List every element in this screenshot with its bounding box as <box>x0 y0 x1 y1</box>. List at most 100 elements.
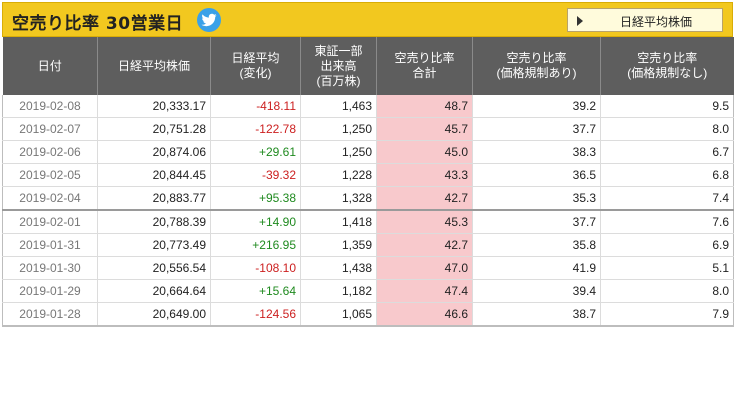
cell-short-ratio-total: 45.0 <box>376 140 473 164</box>
cell-date: 2019-01-28 <box>2 302 98 327</box>
cell-short-ratio-unrestricted: 7.4 <box>600 186 734 211</box>
cell-nikkei-price: 20,874.06 <box>97 140 211 164</box>
column-header-line: 合計 <box>412 66 437 80</box>
cell-volume: 1,250 <box>300 117 377 141</box>
cell-nikkei-change: -418.11 <box>210 95 301 118</box>
short-ratio-panel: 空売り比率 30営業日 日経平均株価 日付 日経平均株価 日経平均 (変化) 東証一部出… <box>2 2 734 327</box>
cell-nikkei-price: 20,664.64 <box>97 279 211 303</box>
cell-short-ratio-restricted: 41.9 <box>472 256 601 280</box>
column-header-nikkei-price: 日経平均株価 <box>97 37 211 95</box>
cell-volume: 1,228 <box>300 163 377 187</box>
column-header-short-ratio-total: 空売り比率 合計 <box>376 37 473 95</box>
column-header-line: 日経平均株価 <box>117 58 190 73</box>
cell-date: 2019-02-07 <box>2 117 98 141</box>
column-header-line: (価格規制あり) <box>496 66 577 80</box>
header-bar: 空売り比率 30営業日 日経平均株価 <box>2 2 733 37</box>
cell-volume: 1,359 <box>300 233 377 257</box>
cell-date: 2019-02-06 <box>2 140 98 164</box>
cell-short-ratio-unrestricted: 8.0 <box>600 279 734 303</box>
column-header-line: 東証一部 <box>314 43 363 58</box>
cell-volume: 1,250 <box>300 140 377 164</box>
cell-short-ratio-restricted: 39.4 <box>472 279 601 303</box>
table-row: 2019-01-29 20,664.64 +15.64 1,182 47.4 39.4 8.… <box>2 279 734 303</box>
cell-short-ratio-unrestricted: 7.6 <box>600 209 734 234</box>
cell-volume: 1,182 <box>300 279 377 303</box>
cell-date: 2019-01-30 <box>2 256 98 280</box>
table-row: 2019-02-08 20,333.17 -418.11 1,463 48.7 39.2 9… <box>2 95 734 118</box>
cell-nikkei-change: +95.38 <box>210 186 301 211</box>
cell-nikkei-price: 20,556.54 <box>97 256 211 280</box>
cell-short-ratio-restricted: 35.3 <box>472 186 601 211</box>
page-title: 空売り比率 30営業日 <box>12 14 184 34</box>
cell-volume: 1,463 <box>300 95 377 118</box>
cell-short-ratio-total: 45.7 <box>376 117 473 141</box>
cell-short-ratio-total: 46.6 <box>376 302 473 327</box>
short-ratio-table: 日付 日経平均株価 日経平均 (変化) 東証一部 出来高 (百万株) 空売り比率 合計 空売り比率… <box>2 37 734 327</box>
table-row: 2019-02-06 20,874.06 +29.61 1,250 45.0 38.3 6.… <box>2 140 734 164</box>
table-header-row: 日付 日経平均株価 日経平均 (変化) 東証一部 出来高 (百万株) 空売り比率 合計 空売り比率… <box>2 37 734 95</box>
nikkei-average-button[interactable]: 日経平均株価 <box>567 8 723 32</box>
table-row: 2019-01-28 20,649.00 -124.56 1,065 46.6 38.7 7… <box>2 302 734 327</box>
twitter-icon[interactable] <box>197 8 221 32</box>
cell-short-ratio-restricted: 35.8 <box>472 233 601 257</box>
cell-short-ratio-total: 42.7 <box>376 233 473 257</box>
column-header-short-ratio-restricted: 空売り比率 (価格規制あり) <box>472 37 601 95</box>
column-header-date: 日付 <box>2 37 98 95</box>
cell-nikkei-price: 20,333.17 <box>97 95 211 118</box>
cell-short-ratio-restricted: 38.7 <box>472 302 601 327</box>
table-row: 2019-01-30 20,556.54 -108.10 1,438 47.0 41.9 5… <box>2 256 734 280</box>
column-header-line: 空売り比率 <box>394 51 455 65</box>
table-row: 2019-02-04 20,883.77 +95.38 1,328 42.7 35.3 7.… <box>2 186 734 211</box>
cell-date: 2019-02-05 <box>2 163 98 187</box>
column-header-line: 日経平均 <box>231 51 280 65</box>
cell-date: 2019-02-04 <box>2 186 98 211</box>
cell-nikkei-change: -108.10 <box>210 256 301 280</box>
cell-short-ratio-total: 43.3 <box>376 163 473 187</box>
cell-short-ratio-restricted: 38.3 <box>472 140 601 164</box>
cell-nikkei-change: +14.90 <box>210 209 301 234</box>
cell-nikkei-change: -122.78 <box>210 117 301 141</box>
cell-nikkei-price: 20,751.28 <box>97 117 211 141</box>
cell-short-ratio-total: 47.4 <box>376 279 473 303</box>
column-header-line: (百万株) <box>316 73 361 88</box>
cell-nikkei-change: -124.56 <box>210 302 301 327</box>
table-body: 2019-02-08 20,333.17 -418.11 1,463 48.7 39.2 9… <box>2 95 734 327</box>
nikkei-average-button-label: 日経平均株価 <box>619 15 692 29</box>
cell-date: 2019-01-29 <box>2 279 98 303</box>
column-header-line: (価格規制なし) <box>627 66 708 80</box>
table-row: 2019-02-01 20,788.39 +14.90 1,418 45.3 37.7 7.… <box>2 209 734 234</box>
cell-short-ratio-total: 42.7 <box>376 186 473 211</box>
column-header-line: 空売り比率 <box>506 51 567 65</box>
cell-nikkei-price: 20,788.39 <box>97 209 211 234</box>
cell-volume: 1,438 <box>300 256 377 280</box>
column-header-line: 日付 <box>37 58 62 73</box>
cell-volume: 1,065 <box>300 302 377 327</box>
cell-nikkei-price: 20,773.49 <box>97 233 211 257</box>
cell-short-ratio-total: 47.0 <box>376 256 473 280</box>
cell-nikkei-change: +216.95 <box>210 233 301 257</box>
column-header-nikkei-change: 日経平均 (変化) <box>210 37 301 95</box>
cell-short-ratio-unrestricted: 7.9 <box>600 302 734 327</box>
cell-nikkei-price: 20,844.45 <box>97 163 211 187</box>
column-header-volume: 東証一部 出来高 (百万株) <box>300 37 377 95</box>
cell-short-ratio-total: 45.3 <box>376 209 473 234</box>
cell-date: 2019-01-31 <box>2 233 98 257</box>
cell-date: 2019-02-08 <box>2 95 98 118</box>
cell-nikkei-change: -39.32 <box>210 163 301 187</box>
column-header-short-ratio-unrestricted: 空売り比率 (価格規制なし) <box>600 37 734 95</box>
cell-nikkei-price: 20,883.77 <box>97 186 211 211</box>
cell-short-ratio-restricted: 36.5 <box>472 163 601 187</box>
cell-nikkei-change: +15.64 <box>210 279 301 303</box>
cell-short-ratio-unrestricted: 8.0 <box>600 117 734 141</box>
cell-volume: 1,328 <box>300 186 377 211</box>
column-header-line: (変化) <box>239 66 272 80</box>
cell-short-ratio-restricted: 37.7 <box>472 209 601 234</box>
table-row: 2019-01-31 20,773.49 +216.95 1,359 42.7 35.8 6… <box>2 233 734 257</box>
cell-short-ratio-unrestricted: 6.9 <box>600 233 734 257</box>
cell-nikkei-price: 20,649.00 <box>97 302 211 327</box>
table-row: 2019-02-05 20,844.45 -39.32 1,228 43.3 36.5 6.… <box>2 163 734 187</box>
cell-short-ratio-restricted: 37.7 <box>472 117 601 141</box>
column-header-line: 出来高 <box>320 58 357 73</box>
column-header-line: 空売り比率 <box>637 51 698 65</box>
cell-short-ratio-unrestricted: 6.8 <box>600 163 734 187</box>
